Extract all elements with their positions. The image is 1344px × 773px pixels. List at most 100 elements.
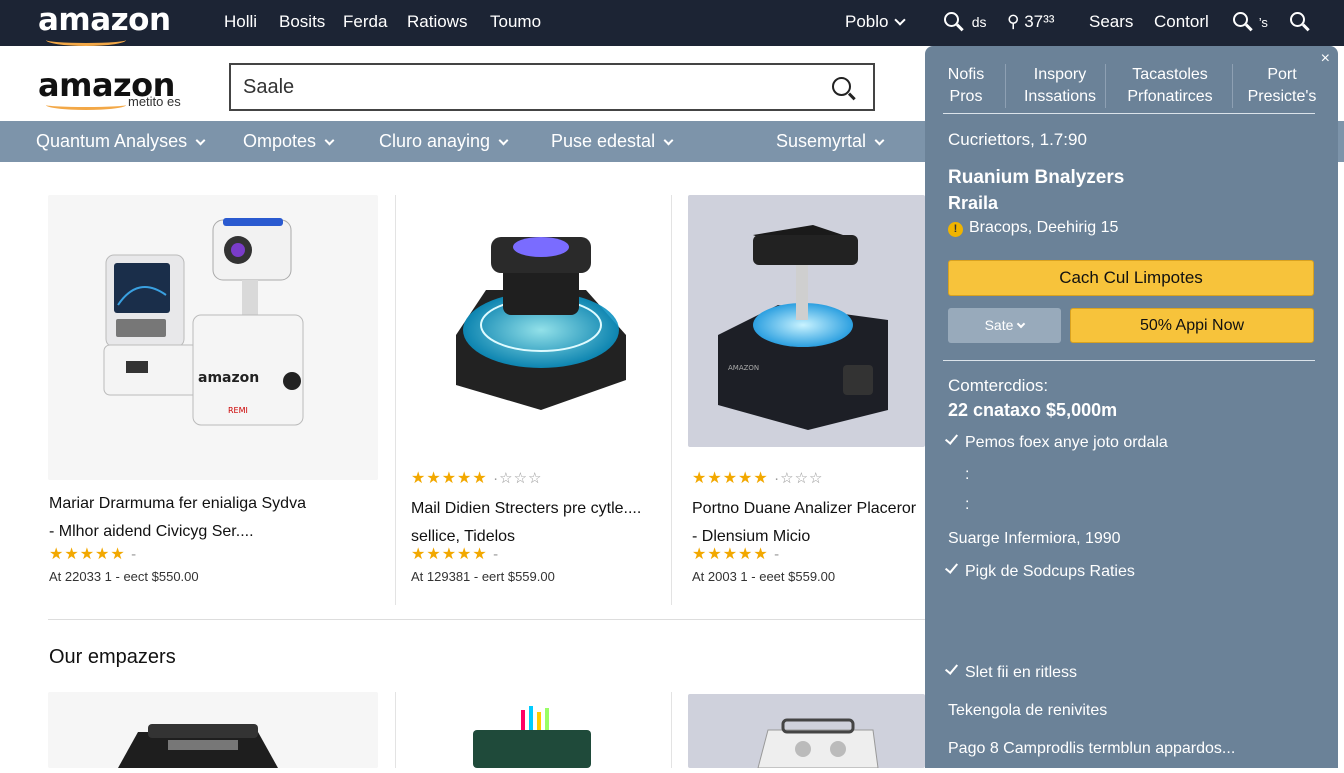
section-divider [48,619,928,620]
panel-divider [943,360,1315,361]
rating-suffix: - [493,546,500,563]
control-link[interactable]: Contorl [1154,12,1209,32]
topnav-link-4[interactable]: Ratiows [407,12,467,32]
category-cluro[interactable]: Cluro anaying [379,131,509,152]
product-title-1[interactable]: Mariar Drarmuma fer enialiga Sydva - Mlh… [49,490,379,546]
panel-info-a: Tekengola de renivites [948,702,1108,719]
tab-label: Inssations [1023,88,1097,105]
column-divider [671,195,672,605]
empty-star-icons: ·☆☆☆ [493,470,543,487]
product-title-line: Portno Duane Analizer Placeror [692,500,917,517]
chevron-down-icon [324,135,335,146]
product-top-rating-3[interactable]: ★★★★★ ·☆☆☆ [692,468,824,488]
sate-dropdown[interactable]: Sate [948,308,1061,343]
svg-text:amazon: amazon [198,370,259,386]
category-label: Quantum Analyses [36,131,188,151]
search-shortcut[interactable]: ds [944,12,987,32]
search-shortcut-label: ds [971,14,987,30]
product-title-3[interactable]: Portno Duane Analizer Placeror - Dlensiu… [692,495,925,551]
column-divider [671,692,672,768]
category-puse[interactable]: Puse edestal [551,131,674,152]
star-icons: ★★★★★ [49,546,126,563]
chevron-down-icon [195,135,206,146]
panel-link-b[interactable]: Pago 8 Camprodlis termblun appardos... [948,740,1235,758]
product-title-2[interactable]: Mail Didien Strecters pre cytle.... sell… [411,495,661,551]
search-icon[interactable] [832,77,851,96]
apply-now-button[interactable]: 50% Appi Now [1070,308,1314,343]
search-box [229,63,875,111]
chevron-down-icon [894,14,907,26]
searches-link[interactable]: Sears [1089,12,1133,32]
category-quantum-analyses[interactable]: Quantum Analyses [36,131,206,152]
feature-text: Pigk de Sodcups Raties [965,563,1135,580]
search-input[interactable] [231,65,791,109]
product-image-2[interactable] [411,195,661,455]
product-image-6[interactable] [688,694,925,769]
search-icon [944,12,959,27]
logo-smile-icon [46,34,126,46]
info-line: Suarge Infermiora, 1990 [948,530,1121,547]
rating-suffix: - [131,546,138,563]
category-label: Susemyrtal [776,131,867,151]
product-title-line: - Mlhor aidend Civicyg Ser.... [49,523,254,540]
product-top-rating-2[interactable]: ★★★★★ ·☆☆☆ [411,468,543,488]
top-navbar: amazon Holli Bosits Ferda Ratiows Toumo … [0,0,1344,46]
chevron-down-icon [498,135,509,146]
product-image-5[interactable] [411,692,661,768]
panel-tab-1[interactable]: Nofis Pros [943,64,989,108]
product-image-1[interactable]: amazon REMI [48,195,378,480]
topnav-link-2[interactable]: Bosits [279,12,325,32]
account-label: Poblo [845,12,889,31]
list-separator: : [965,496,970,513]
product-title-line: Mail Didien Strecters pre cytle.... [411,500,642,517]
chevron-down-icon [874,135,885,146]
star-icons: ★★★★★ [411,546,488,563]
feature-text: Slet fii en ritless [965,664,1078,681]
topnav-link-1[interactable]: Holli [224,12,257,32]
delivery-notice-text: Bracops, Deehirig 15 [969,219,1119,236]
panel-divider [943,113,1315,114]
empty-star-icons: ·☆☆☆ [774,470,824,487]
product-image-4[interactable] [48,692,378,768]
category-ompotes[interactable]: Ompotes [243,131,335,152]
tab-label: Nofis [947,66,985,83]
account-menu[interactable]: Poblo [845,12,907,32]
column-divider [395,195,396,605]
svg-text:REMI: REMI [228,406,248,415]
panel-tab-2[interactable]: Inspory Inssations [1013,64,1107,108]
feature-check-2: Pigk de Sodcups Raties [944,560,1135,581]
search-extra-label: ’s [1258,15,1268,30]
category-label: Ompotes [243,131,317,151]
panel-product-name: Ruanium Bnalyzers [948,167,1125,188]
tab-label: Presicte's [1247,88,1317,105]
product-price-3: At 2003 1 - eeet $559.00 [692,569,836,584]
tab-label: Prfonatirces [1127,88,1213,105]
chevron-down-icon [1017,319,1026,329]
search-icon [1233,12,1248,27]
search-extra-button[interactable]: ’s [1233,12,1268,32]
primary-buy-button[interactable]: Cach Cul Limpotes [948,260,1314,296]
category-susemyrtal[interactable]: Susemyrtal [776,131,885,152]
topnav-link-5[interactable]: Toumo [490,12,541,32]
check-icon [944,431,959,445]
panel-tab-4[interactable]: Port Presicte's [1241,64,1323,108]
category-label: Puse edestal [551,131,656,151]
product-rating-3[interactable]: ★★★★★ - [692,544,780,564]
equipment-image [473,706,591,768]
dropdown-label: Sate [984,317,1014,333]
rating-suffix: - [774,546,781,563]
zoom-button[interactable] [1290,12,1305,32]
panel-tab-3[interactable]: Tacastoles Prfonatirces [1115,64,1225,108]
category-label: Cluro anaying [379,131,491,151]
key-indicator[interactable]: ⚲ 37³³ [1007,12,1054,32]
analyzer-device-image: AMAZON [718,225,888,430]
tab-label: Inspory [1033,66,1087,83]
product-rating-2[interactable]: ★★★★★ - [411,544,499,564]
product-image-3[interactable]: AMAZON [688,195,925,447]
customers-count: Cucriettors, 1.7:90 [948,130,1087,149]
product-rating-1[interactable]: ★★★★★ - [49,544,137,564]
amazon-logo[interactable]: amazon [38,2,171,38]
zoom-icon [1290,12,1305,27]
column-divider [395,692,396,768]
topnav-link-3[interactable]: Ferda [343,12,387,32]
